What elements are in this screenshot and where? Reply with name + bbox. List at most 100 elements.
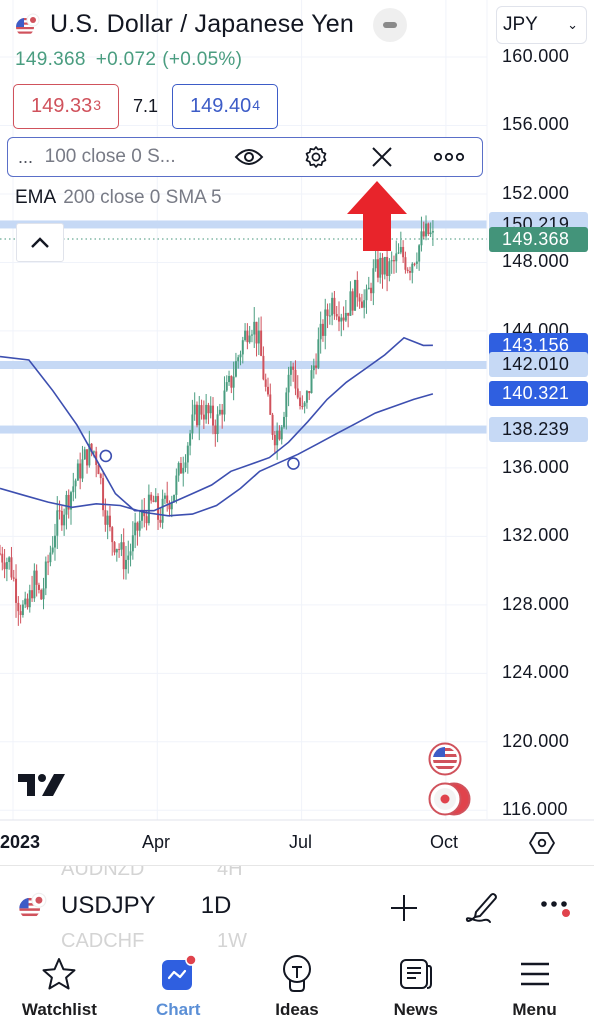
- candle-body: [72, 486, 75, 493]
- minus-icon: [383, 22, 397, 28]
- candle-body: [342, 317, 345, 321]
- sell-button[interactable]: 149.33 3: [13, 84, 119, 129]
- buy-button[interactable]: 149.40 4: [172, 84, 278, 129]
- candle-body: [431, 231, 434, 233]
- candle-body: [21, 604, 24, 615]
- candle-body: [388, 261, 391, 276]
- candle-body: [273, 434, 276, 446]
- candle-body: [24, 598, 27, 605]
- us-event-marker-icon[interactable]: [428, 742, 462, 776]
- candle-body: [415, 261, 418, 264]
- candle-body: [317, 339, 320, 368]
- candle-body: [189, 433, 192, 446]
- add-button[interactable]: [384, 890, 424, 926]
- symbol-picker-bar[interactable]: AUDNZD 4H USDJPY 1D CADCHF 1W: [0, 865, 594, 947]
- time-label-2023: 2023: [0, 832, 41, 852]
- candle-body: [360, 301, 363, 308]
- candle-body: [154, 496, 157, 502]
- candle-body: [104, 510, 107, 525]
- prev-symbol[interactable]: AUDNZD: [61, 866, 144, 881]
- candle-body: [411, 263, 414, 273]
- next-interval[interactable]: 1W: [217, 930, 247, 947]
- candle-body: [230, 375, 233, 388]
- candle-body: [163, 495, 166, 499]
- crossover-marker: [287, 457, 300, 470]
- candle-body: [425, 223, 428, 237]
- price-tick-label: 116.000: [502, 799, 568, 820]
- current-symbol-row[interactable]: USDJPY 1D: [17, 891, 231, 921]
- candle-body: [246, 330, 249, 343]
- candle-body: [214, 425, 217, 435]
- candle-body: [118, 549, 121, 551]
- tab-watchlist[interactable]: Watchlist: [0, 947, 119, 1024]
- candle-body: [427, 223, 430, 235]
- candle-body: [0, 553, 1, 555]
- currency-select[interactable]: JPY ⌄: [496, 6, 587, 44]
- axis-settings-icon[interactable]: [528, 829, 556, 857]
- annotation-arrow-icon: [347, 181, 407, 251]
- candle-body: [326, 309, 329, 316]
- candle-body: [422, 231, 425, 237]
- next-symbol[interactable]: CADCHF: [61, 930, 144, 947]
- prev-interval[interactable]: 4H: [217, 866, 243, 881]
- tab-news[interactable]: News: [356, 947, 475, 1024]
- symbol-title: U.S. Dollar / Japanese Yen: [50, 10, 355, 38]
- candle-body: [390, 260, 393, 262]
- lightbulb-icon: [282, 955, 311, 992]
- star-icon: [42, 958, 76, 990]
- more-options-button[interactable]: [536, 890, 576, 926]
- tab-menu[interactable]: Menu: [475, 947, 594, 1024]
- candle-body: [195, 404, 198, 426]
- horizontal-level-line: [0, 425, 487, 434]
- horizontal-level-line: [0, 220, 487, 229]
- candle-body: [287, 374, 290, 393]
- tab-chart[interactable]: Chart: [119, 947, 238, 1024]
- candle-body: [299, 397, 302, 407]
- candle-body: [97, 464, 100, 475]
- quote-row: 149.33 3 7.1 149.40 4: [13, 84, 278, 129]
- collapse-legend-button[interactable]: [16, 223, 64, 262]
- price-tick-label: 124.000: [502, 662, 570, 683]
- currency-value: JPY: [503, 14, 538, 35]
- candle-body: [271, 414, 274, 435]
- gear-icon[interactable]: [282, 138, 349, 176]
- candle-body: [239, 354, 242, 358]
- candle-body: [216, 414, 219, 435]
- indicator-toolbar[interactable]: ... 100 close 0 S...: [7, 137, 483, 177]
- symbol-header: U.S. Dollar / Japanese Yen: [14, 10, 354, 39]
- tab-ideas[interactable]: Ideas: [238, 947, 357, 1024]
- candle-body: [65, 494, 68, 515]
- candle-body: [1, 553, 4, 563]
- candle-body: [205, 404, 208, 420]
- price-tick-label: 120.000: [502, 730, 570, 751]
- drawing-tools-button[interactable]: [461, 890, 501, 926]
- candle-body: [35, 570, 38, 585]
- chart-icon: [162, 954, 197, 990]
- candle-body: [248, 335, 251, 343]
- indicator-label[interactable]: 100 close 0 S...: [45, 146, 216, 168]
- candle-body: [308, 390, 311, 394]
- candle-body: [26, 598, 29, 608]
- candle-body: [81, 459, 84, 479]
- current-interval[interactable]: 1D: [201, 892, 232, 920]
- candle-body: [51, 547, 54, 553]
- price-tick-label: 136.000: [502, 456, 570, 477]
- minimize-button[interactable]: [373, 8, 407, 42]
- candle-body: [177, 463, 180, 476]
- candle-body: [131, 535, 134, 552]
- candle-body: [328, 315, 331, 317]
- chevron-down-icon: ⌄: [567, 17, 578, 32]
- jp-event-marker-icon[interactable]: [428, 782, 476, 816]
- time-label-apr: Apr: [142, 832, 171, 852]
- us-flag-icon: [15, 13, 40, 37]
- candle-body: [166, 495, 169, 503]
- candle-body: [15, 578, 18, 603]
- candle-body: [406, 269, 409, 272]
- current-symbol[interactable]: USDJPY: [61, 892, 156, 920]
- candle-body: [234, 361, 237, 377]
- more-icon[interactable]: [415, 138, 482, 176]
- eye-icon[interactable]: [216, 138, 283, 176]
- ema-legend[interactable]: EMA 200 close 0 SMA 5: [15, 187, 222, 209]
- candle-body: [147, 494, 150, 524]
- close-icon[interactable]: [349, 138, 416, 176]
